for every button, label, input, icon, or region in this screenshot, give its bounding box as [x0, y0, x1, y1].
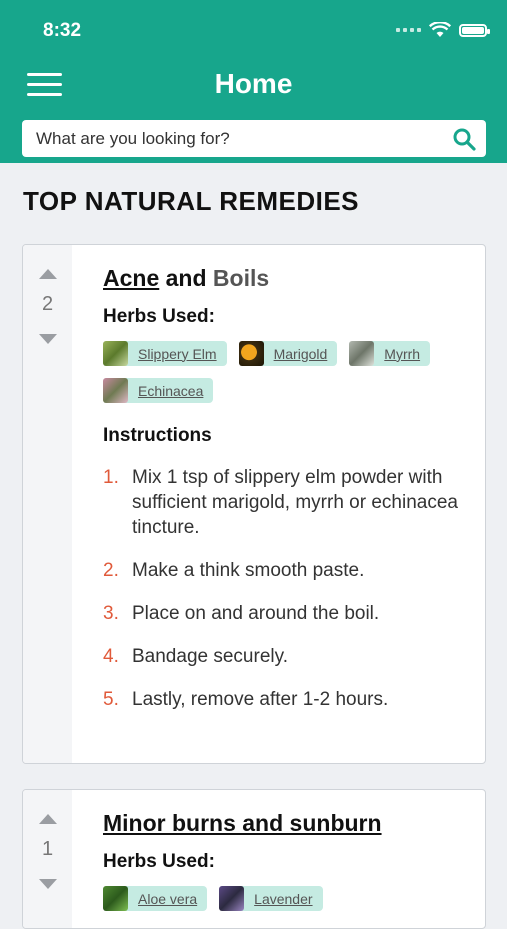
list-item: 5. Lastly, remove after 1-2 hours.	[103, 687, 475, 712]
remedy-title: Acne and Boils	[103, 265, 475, 292]
herb-chip-slippery-elm[interactable]: Slippery Elm	[103, 341, 227, 366]
herb-chip-label: Marigold	[273, 345, 328, 362]
marigold-thumbnail	[238, 341, 264, 366]
app-header: 8:32 Home	[0, 0, 507, 163]
step-number: 4.	[103, 646, 119, 667]
list-item: 1. Mix 1 tsp of slippery elm powder with…	[103, 465, 475, 540]
herb-chip-label: Aloe vera	[138, 890, 198, 907]
downvote-icon[interactable]	[38, 334, 57, 344]
step-number: 3.	[103, 603, 119, 624]
herb-chip-list: Slippery Elm Marigold Myrrh Echinacea	[103, 341, 475, 403]
remedy-title-boils: Boils	[212, 265, 270, 291]
remedy-card: 2 Acne and Boils Herbs Used: Slippery El…	[22, 244, 486, 764]
list-item: 3. Place on and around the boil.	[103, 601, 475, 626]
step-text: Place on and around the boil.	[132, 603, 380, 624]
cellular-signal-icon	[396, 28, 421, 32]
status-time: 8:32	[43, 20, 82, 41]
herb-chip-lavender[interactable]: Lavender	[219, 886, 323, 911]
herb-chip-marigold[interactable]: Marigold	[238, 341, 338, 366]
remedy-title-link-acne[interactable]: Acne	[103, 265, 159, 291]
step-text: Mix 1 tsp of slippery elm powder with su…	[132, 467, 458, 538]
myrrh-thumbnail	[349, 341, 375, 366]
instructions-list: 1. Mix 1 tsp of slippery elm powder with…	[103, 465, 475, 712]
remedy-title: Minor burns and sunburn	[103, 810, 475, 837]
vote-column: 2	[23, 245, 72, 763]
herb-chip-aloe-vera[interactable]: Aloe vera	[103, 886, 208, 911]
list-item: 4. Bandage securely.	[103, 644, 475, 669]
step-text: Make a think smooth paste.	[132, 560, 365, 581]
echinacea-thumbnail	[103, 378, 128, 403]
lavender-thumbnail	[219, 886, 245, 911]
slippery-elm-thumbnail	[103, 341, 128, 366]
search-input[interactable]	[34, 127, 452, 150]
wifi-icon	[429, 22, 451, 37]
step-text: Lastly, remove after 1-2 hours.	[132, 689, 389, 710]
herb-chip-label: Myrrh	[384, 345, 421, 362]
vote-count: 2	[41, 293, 54, 315]
step-text: Bandage securely.	[132, 646, 288, 667]
search-icon[interactable]	[452, 127, 476, 151]
remedy-title-text: and	[165, 265, 207, 291]
herb-chip-myrrh[interactable]: Myrrh	[349, 341, 431, 366]
status-icons	[396, 22, 490, 38]
herb-chip-echinacea[interactable]: Echinacea	[103, 378, 214, 403]
herb-chip-label: Lavender	[254, 890, 313, 907]
search-bar	[22, 120, 486, 157]
upvote-icon[interactable]	[38, 814, 57, 824]
herbs-heading: Herbs Used:	[103, 306, 215, 327]
vote-count: 1	[41, 838, 54, 860]
list-item: 2. Make a think smooth paste.	[103, 558, 475, 583]
aloe-vera-thumbnail	[103, 886, 128, 911]
step-number: 5.	[103, 689, 119, 710]
vote-column: 1	[23, 790, 72, 928]
herb-chip-label: Slippery Elm	[138, 345, 217, 362]
page-title: Home	[214, 68, 293, 99]
battery-icon	[459, 23, 490, 37]
remedy-card: 1 Minor burns and sunburn Herbs Used: Al…	[22, 789, 486, 929]
herbs-heading: Herbs Used:	[103, 851, 215, 872]
step-number: 1.	[103, 467, 119, 488]
instructions-heading: Instructions	[103, 425, 212, 446]
section-title: TOP NATURAL REMEDIES	[23, 186, 360, 216]
step-number: 2.	[103, 560, 119, 581]
downvote-icon[interactable]	[38, 879, 57, 889]
upvote-icon[interactable]	[38, 269, 57, 279]
herb-chip-list: Aloe vera Lavender	[103, 886, 475, 911]
remedy-title-link[interactable]: Minor burns and sunburn	[103, 810, 382, 836]
herb-chip-label: Echinacea	[138, 382, 204, 399]
